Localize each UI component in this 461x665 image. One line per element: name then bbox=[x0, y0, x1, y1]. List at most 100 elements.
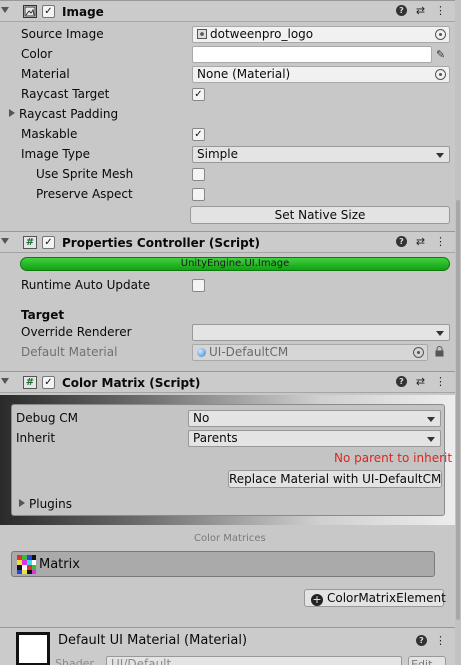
edit-shader-button[interactable]: Edit... bbox=[408, 656, 446, 665]
image-type-value: Simple bbox=[197, 147, 238, 161]
help-icon[interactable]: ? bbox=[416, 635, 427, 646]
eyedropper-icon[interactable]: ✎ bbox=[436, 48, 445, 61]
raycast-target-row: Raycast Target ✓ bbox=[0, 85, 455, 105]
debug-cm-value: No bbox=[193, 411, 210, 425]
dropdown-arrow-icon bbox=[436, 153, 444, 158]
shader-label: Shader bbox=[55, 657, 94, 665]
source-image-row: Source Image dotweenpro_logo bbox=[0, 25, 455, 45]
script-icon: # bbox=[23, 376, 37, 389]
help-icon[interactable]: ? bbox=[396, 5, 407, 16]
shader-value: UI/Default bbox=[111, 657, 172, 665]
override-renderer-row: Override Renderer bbox=[0, 323, 455, 343]
material-field[interactable]: None (Material) bbox=[192, 66, 450, 83]
inherit-dropdown[interactable]: Parents bbox=[188, 430, 441, 447]
plugins-foldout[interactable]: Plugins bbox=[12, 495, 212, 515]
scrollbar-thumb[interactable] bbox=[456, 200, 460, 620]
color-matrices-heading: Color Matrices bbox=[194, 533, 266, 544]
source-image-field[interactable]: dotweenpro_logo bbox=[192, 26, 450, 43]
properties-controller-header[interactable]: # ✓ Properties Controller (Script) ? ⇄ ⋮ bbox=[0, 231, 455, 253]
more-menu-icon[interactable]: ⋮ bbox=[434, 235, 447, 249]
color-matrix-header[interactable]: # ✓ Color Matrix (Script) ? ⇄ ⋮ bbox=[0, 371, 455, 393]
default-material-field: UI-DefaultCM bbox=[192, 344, 428, 361]
lock-icon[interactable] bbox=[435, 346, 444, 357]
default-material-label: Default Material bbox=[21, 345, 118, 359]
use-sprite-mesh-label: Use Sprite Mesh bbox=[36, 167, 134, 181]
foldout-arrow-icon[interactable] bbox=[1, 7, 9, 13]
runtime-auto-update-row: Runtime Auto Update bbox=[0, 276, 455, 296]
shader-dropdown[interactable]: UI/Default bbox=[106, 656, 402, 665]
dropdown-arrow-icon bbox=[427, 417, 435, 422]
material-row: Material None (Material) bbox=[0, 65, 455, 85]
inherit-value: Parents bbox=[193, 431, 238, 445]
foldout-closed-icon bbox=[9, 109, 15, 117]
foldout-closed-icon bbox=[19, 499, 25, 507]
override-renderer-label: Override Renderer bbox=[21, 325, 132, 339]
debug-cm-row: Debug CM No bbox=[12, 409, 444, 429]
replace-material-button[interactable]: Replace Material with UI-DefaultCM bbox=[228, 470, 442, 488]
maskable-checkbox[interactable]: ✓ bbox=[192, 128, 205, 141]
inherit-row: Inherit Parents bbox=[12, 429, 444, 449]
runtime-auto-update-label: Runtime Auto Update bbox=[21, 278, 151, 292]
add-color-matrix-element-button[interactable]: + ColorMatrixElement bbox=[304, 589, 446, 607]
override-renderer-dropdown[interactable] bbox=[192, 324, 450, 341]
raycast-padding-foldout[interactable]: Raycast Padding bbox=[9, 107, 118, 121]
default-material-header[interactable]: Default UI Material (Material) ? ⋮ Shade… bbox=[0, 627, 455, 665]
matrix-thumbnail-icon bbox=[17, 555, 36, 574]
matrix-item-label: Matrix bbox=[39, 557, 80, 572]
color-label: Color bbox=[21, 47, 53, 61]
dropdown-arrow-icon bbox=[436, 331, 444, 336]
preserve-aspect-checkbox[interactable] bbox=[192, 188, 205, 201]
dropdown-arrow-icon bbox=[427, 437, 435, 442]
component-title: Image bbox=[62, 5, 104, 19]
foldout-arrow-icon[interactable] bbox=[1, 378, 9, 384]
inspector-panel: ✓ Image ? ⇄ ⋮ Source Image dotweenpro_lo… bbox=[0, 0, 455, 665]
more-menu-icon[interactable]: ⋮ bbox=[434, 4, 447, 18]
debug-cm-dropdown[interactable]: No bbox=[188, 410, 441, 427]
image-enabled-checkbox[interactable]: ✓ bbox=[42, 5, 55, 18]
preserve-aspect-row: Preserve Aspect bbox=[0, 185, 455, 205]
help-icon[interactable]: ? bbox=[396, 376, 407, 387]
image-type-label: Image Type bbox=[21, 147, 90, 161]
set-native-size-button[interactable]: Set Native Size bbox=[190, 206, 450, 224]
plugins-foldout-label[interactable]: Plugins bbox=[19, 497, 72, 511]
runtime-auto-update-checkbox[interactable] bbox=[192, 279, 205, 292]
presets-icon[interactable]: ⇄ bbox=[414, 375, 427, 389]
raycast-padding-row[interactable]: Raycast Padding bbox=[0, 105, 455, 125]
target-heading: Target bbox=[21, 308, 65, 322]
presets-icon[interactable]: ⇄ bbox=[414, 235, 427, 249]
properties-controller-enabled-checkbox[interactable]: ✓ bbox=[42, 236, 55, 249]
matrix-list-item[interactable]: Matrix bbox=[11, 551, 435, 577]
source-image-label: Source Image bbox=[21, 27, 104, 41]
component-title: Color Matrix (Script) bbox=[62, 376, 201, 390]
help-icon[interactable]: ? bbox=[396, 236, 407, 247]
component-title: Properties Controller (Script) bbox=[62, 236, 260, 250]
color-matrix-debug-box: Debug CM No Inherit Parents No parent to… bbox=[11, 404, 452, 516]
object-picker-icon[interactable] bbox=[435, 69, 446, 80]
raycast-target-checkbox[interactable]: ✓ bbox=[192, 88, 205, 101]
image-component-header[interactable]: ✓ Image ? ⇄ ⋮ bbox=[0, 0, 455, 22]
material-label: Material bbox=[21, 67, 70, 81]
more-menu-icon[interactable]: ⋮ bbox=[434, 634, 447, 648]
image-type-dropdown[interactable]: Simple bbox=[192, 146, 450, 163]
debug-cm-label: Debug CM bbox=[16, 411, 79, 425]
no-parent-warning: No parent to inherit bbox=[334, 451, 453, 465]
raycast-target-label: Raycast Target bbox=[21, 87, 110, 101]
image-component-icon bbox=[23, 5, 37, 18]
presets-icon[interactable]: ⇄ bbox=[414, 4, 427, 18]
add-element-label: ColorMatrixElement bbox=[327, 591, 446, 605]
color-swatch[interactable] bbox=[192, 46, 432, 63]
object-picker-icon bbox=[413, 347, 424, 358]
color-matrix-enabled-checkbox[interactable]: ✓ bbox=[42, 376, 55, 389]
material-value: None (Material) bbox=[197, 67, 291, 81]
sprite-icon bbox=[197, 29, 207, 39]
script-icon: # bbox=[23, 236, 37, 249]
default-material-row: Default Material UI-DefaultCM bbox=[0, 343, 455, 363]
use-sprite-mesh-checkbox[interactable] bbox=[192, 168, 205, 181]
more-menu-icon[interactable]: ⋮ bbox=[434, 375, 447, 389]
maskable-label: Maskable bbox=[21, 127, 78, 141]
material-title: Default UI Material (Material) bbox=[58, 633, 248, 648]
material-sphere-icon bbox=[197, 348, 206, 357]
inherit-label: Inherit bbox=[16, 431, 56, 445]
object-picker-icon[interactable] bbox=[435, 29, 446, 40]
foldout-arrow-icon[interactable] bbox=[1, 238, 9, 244]
